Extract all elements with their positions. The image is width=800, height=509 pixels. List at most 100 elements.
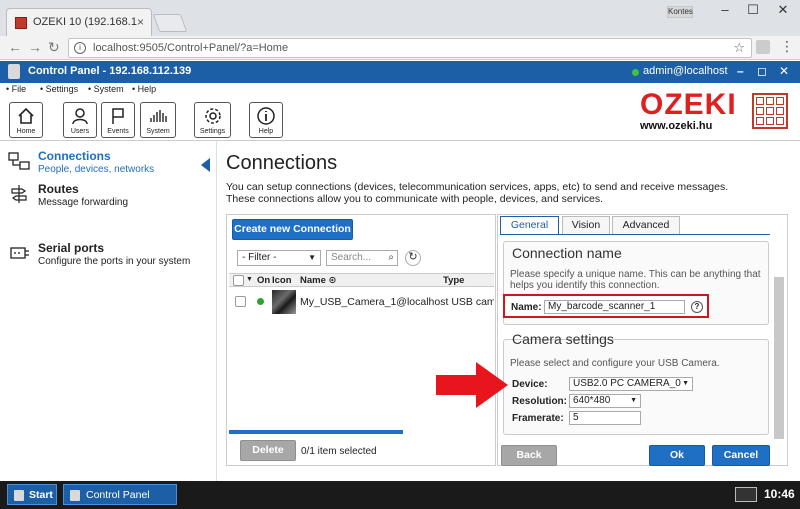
sidebar-item-routes[interactable]: Routes Message forwarding [0,182,216,212]
tab-general[interactable]: General [500,216,559,234]
chevron-down-icon: ▼ [682,380,689,387]
browser-menu-icon[interactable]: ⋮ [780,38,794,55]
taskbar: Start Control Panel 10:46 [0,481,800,509]
forward-arrow-icon[interactable]: → [28,39,42,55]
menu-file[interactable]: • File [6,84,26,94]
table-header: ▼ On Icon Name ⊙ Type [229,273,494,287]
row-checkbox[interactable] [235,296,246,307]
app-maximize-icon[interactable]: ◻ [757,64,767,78]
connection-name-description: Please specify a unique name. This can b… [510,269,761,291]
sidebar-item-connections[interactable]: Connections People, devices, networks [0,149,216,179]
logged-in-user[interactable]: admin@localhost [643,65,728,77]
system-button[interactable]: System [140,102,176,138]
ozeki-favicon-icon [15,17,27,29]
select-menu-chevron-icon[interactable]: ▼ [246,276,253,283]
ozeki-logo-icon [14,490,24,501]
online-indicator-icon [257,298,264,305]
delete-button[interactable]: Delete [240,440,296,461]
resolution-label: Resolution: [512,396,567,407]
gear-icon [204,108,221,124]
cancel-button[interactable]: Cancel [712,445,770,466]
bookmark-star-icon[interactable]: ☆ [733,40,745,56]
search-input[interactable]: Search... ⌕ [326,250,398,266]
browser-tab-strip: OZEKI 10 (192.168.112.13 × Kontes – ☐ ✕ [0,0,800,36]
app-close-icon[interactable]: ✕ [779,64,789,78]
events-button[interactable]: Events [101,102,135,138]
chevron-down-icon: ▼ [308,253,316,262]
menu-system[interactable]: • System [88,84,124,94]
tab-underline [500,234,770,235]
back-arrow-icon[interactable]: ← [8,39,22,55]
home-icon [18,107,34,124]
column-on[interactable]: On [257,275,270,286]
site-info-icon[interactable]: i [74,42,86,54]
horizontal-scrollbar[interactable] [229,430,403,434]
select-all-checkbox[interactable] [233,275,244,286]
browser-user-badge[interactable]: Kontes [667,6,693,18]
help-button[interactable]: Help [249,102,283,138]
active-item-pointer-icon [201,158,210,172]
online-status-icon [632,69,639,76]
ok-button[interactable]: Ok [649,445,705,466]
app-title: Control Panel - 192.168.112.139 [28,65,192,77]
sidebar: Connections People, devices, networks Ro… [0,141,216,481]
table-row[interactable]: My_USB_Camera_1@localhost USB camera [229,289,494,315]
flag-icon [112,108,124,124]
selection-count: 0/1 item selected [301,446,377,457]
close-window-icon[interactable]: ✕ [772,2,794,18]
network-icon [8,152,30,170]
extension-icon[interactable] [756,40,770,54]
browser-tab[interactable]: OZEKI 10 (192.168.112.13 × [6,8,152,36]
device-select[interactable]: USB2.0 PC CAMERA_0 ▼ [569,377,693,391]
framerate-input[interactable]: 5 [569,411,641,425]
help-question-icon[interactable]: ? [691,301,703,313]
keyboard-icon[interactable] [735,487,757,502]
maximize-window-icon[interactable]: ☐ [742,2,764,18]
name-input[interactable]: My_barcode_scanner_1 [544,300,685,314]
column-type[interactable]: Type [443,275,464,286]
taskbar-control-panel[interactable]: Control Panel [63,484,177,505]
app-minimize-icon[interactable]: – [737,64,744,78]
tab-close-icon[interactable]: × [137,15,144,29]
reload-icon[interactable]: ↻ [48,39,60,56]
info-icon [257,107,275,125]
address-bar[interactable]: i localhost:9505/Control+Panel/?a=Home ☆ [68,38,752,58]
browser-toolbar: ← → ↻ i localhost:9505/Control+Panel/?a=… [0,36,800,60]
user-icon [72,108,88,125]
users-button[interactable]: Users [63,102,97,138]
framerate-label: Framerate: [512,413,564,424]
filter-select[interactable]: - Filter - ▼ [237,250,321,266]
settings-button[interactable]: Settings [194,102,231,138]
column-icon[interactable]: Icon [272,275,292,286]
sidebar-divider [216,141,217,481]
start-button[interactable]: Start [7,484,57,505]
camera-settings-title: Camera settings [512,331,614,347]
create-connection-button[interactable]: Create new Connection [232,219,353,240]
home-button[interactable]: Home [9,102,43,138]
column-name[interactable]: Name ⊙ [300,275,336,286]
sidebar-item-serial-ports[interactable]: Serial ports Configure the ports in your… [0,241,216,271]
back-button[interactable]: Back [501,445,557,466]
tab-advanced[interactable]: Advanced [612,216,680,234]
connection-name-title: Connection name [512,245,622,261]
search-icon[interactable]: ⌕ [388,251,394,265]
refresh-icon[interactable]: ↻ [405,250,421,266]
connection-name[interactable]: My_USB_Camera_1@localhost USB camera [300,296,494,308]
menu-settings[interactable]: • Settings [40,84,78,94]
minimize-window-icon[interactable]: – [714,2,736,17]
ozeki-brand-url[interactable]: www.ozeki.hu [640,120,712,132]
chevron-down-icon: ▼ [630,397,637,404]
app-titlebar: Control Panel - 192.168.112.139 admin@lo… [0,61,800,83]
signal-bars-icon [150,110,167,122]
ozeki-brand: OZEKI [640,88,737,121]
resolution-select[interactable]: 640*480 ▼ [569,394,641,408]
menu-help[interactable]: • Help [132,84,156,94]
red-arrow-pointer-icon [436,362,508,408]
new-tab-button[interactable] [152,14,188,32]
tab-title: OZEKI 10 (192.168.112.13 [33,16,137,28]
ozeki-logo-icon [70,490,80,501]
vertical-scrollbar[interactable] [774,277,784,439]
tab-vision[interactable]: Vision [562,216,610,234]
device-label: Device: [512,379,548,390]
camera-settings-description: Please select and configure your USB Cam… [510,358,720,369]
